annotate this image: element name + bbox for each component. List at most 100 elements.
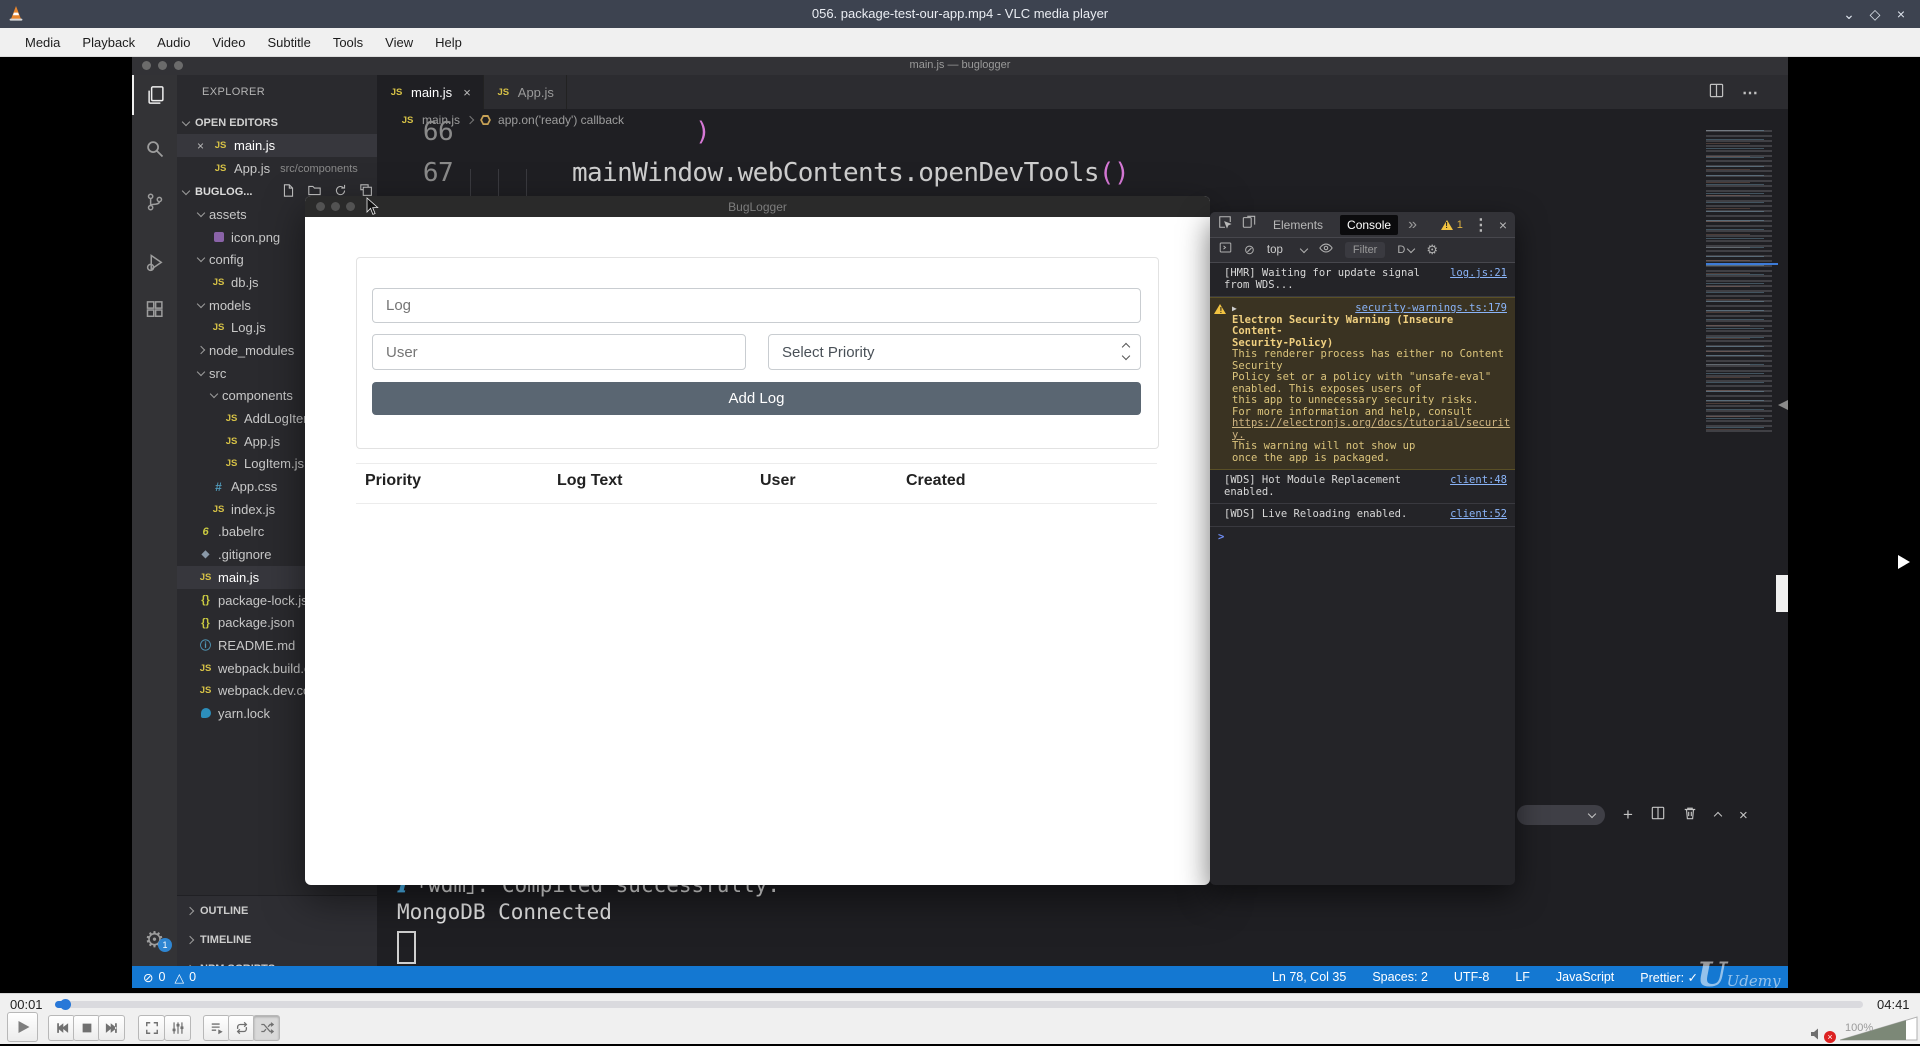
source-link[interactable]: client:52 [1450, 508, 1507, 521]
context-selector[interactable]: top [1267, 244, 1309, 256]
minimize-button[interactable]: ⌄ [1836, 4, 1862, 24]
console-sidebar-icon[interactable] [1219, 241, 1232, 259]
status-item-ln[interactable]: Ln 78, Col 35 [1272, 970, 1346, 985]
new-file-icon[interactable] [282, 184, 295, 200]
explorer-icon[interactable] [132, 75, 177, 115]
console-settings-icon[interactable]: ⚙ [1426, 242, 1438, 258]
close-panel-icon[interactable]: × [1739, 807, 1748, 824]
scrollbar-strip [1776, 575, 1788, 612]
editor-tab-main-js[interactable]: JS main.js × [377, 75, 484, 109]
sidebar-section-outline[interactable]: OUTLINE [177, 896, 377, 925]
add-log-button[interactable]: Add Log [372, 382, 1141, 415]
maximize-button[interactable]: ◇ [1862, 4, 1888, 24]
menu-playback[interactable]: Playback [71, 32, 146, 53]
open-editors-header[interactable]: OPEN EDITORS [177, 112, 383, 134]
json-file-icon: {} [201, 616, 210, 629]
seek-handle[interactable] [60, 999, 71, 1010]
video-area[interactable]: main.js — buglogger ⚙ 1 EXPLORER OPEN ED… [0, 57, 1920, 993]
maximize-panel-icon[interactable] [1713, 806, 1723, 824]
run-debug-icon[interactable] [132, 243, 177, 283]
priority-select[interactable]: Select Priority [768, 334, 1141, 370]
close-button[interactable]: × [1888, 4, 1914, 24]
clear-console-icon[interactable]: ⊘ [1244, 242, 1255, 258]
yarn-file-icon [198, 708, 213, 719]
close-devtools-icon[interactable]: × [1499, 217, 1507, 233]
menu-help[interactable]: Help [424, 32, 473, 53]
play-button[interactable] [7, 1012, 38, 1042]
menu-view[interactable]: View [374, 32, 424, 53]
console-filter-input[interactable]: Filter [1344, 242, 1386, 258]
source-control-icon[interactable] [132, 182, 177, 222]
expand-icon[interactable]: ▶ [1232, 304, 1237, 313]
extended-settings-button[interactable] [164, 1015, 191, 1041]
search-icon[interactable] [132, 129, 177, 169]
log-input[interactable] [372, 288, 1141, 323]
menu-subtitle[interactable]: Subtitle [256, 32, 321, 53]
column-header-user: User [760, 472, 796, 489]
terminal-select[interactable] [1517, 805, 1605, 825]
new-terminal-icon[interactable]: + [1623, 805, 1633, 825]
settings-gear-icon[interactable]: ⚙ 1 [132, 920, 177, 960]
status-item-spaces[interactable]: Spaces: 2 [1372, 970, 1428, 985]
close-icon[interactable]: × [197, 139, 207, 153]
split-terminal-icon[interactable] [1651, 806, 1665, 825]
split-editor-icon[interactable] [1709, 83, 1724, 103]
kebab-menu-icon[interactable]: ⋮ [1473, 215, 1489, 235]
source-link[interactable]: log.js:21 [1450, 267, 1507, 280]
console-toolbar: ⊘ top Filter D ⚙ [1210, 238, 1515, 263]
warning-icon [1214, 304, 1226, 318]
playlist-button[interactable] [203, 1015, 230, 1041]
extensions-icon[interactable] [132, 290, 177, 330]
tab-console[interactable]: Console [1340, 214, 1399, 235]
menu-audio[interactable]: Audio [146, 32, 201, 53]
console-prompt[interactable]: > [1210, 527, 1515, 549]
source-link[interactable]: client:48 [1450, 474, 1507, 487]
warnings-icon: △ [174, 970, 185, 985]
js-file-icon: JS [199, 662, 212, 674]
problems-status[interactable]: ⊘ 0 △ 0 [132, 970, 196, 985]
pointer-artifact [1898, 555, 1910, 569]
console-message: [WDS] Live Reloading enabled. client:52 [1210, 504, 1515, 527]
more-actions-icon[interactable]: ⋯ [1742, 83, 1760, 103]
log-levels-dropdown[interactable]: D [1397, 244, 1416, 256]
minimap[interactable] [1706, 130, 1778, 432]
seek-slider[interactable] [55, 1001, 1863, 1008]
code-text: ) [695, 117, 711, 147]
sidebar-section-timeline[interactable]: TIMELINE [177, 925, 377, 954]
status-item-javascript[interactable]: JavaScript [1556, 970, 1614, 985]
menu-video[interactable]: Video [201, 32, 256, 53]
open-editor-app-js[interactable]: JS App.js src/components [177, 157, 377, 180]
menu-media[interactable]: Media [14, 32, 71, 53]
terminal-line-mongodb: MongoDB Connected [397, 900, 612, 924]
js-file-icon: JS [225, 458, 238, 470]
image-file-icon [211, 232, 226, 243]
file-name: webpack.dev.co [218, 683, 311, 699]
vlc-menubar: Media Playback Audio Video Subtitle Tools View… [0, 28, 1920, 57]
next-button[interactable] [98, 1015, 125, 1041]
warning-link[interactable]: https://electronjs.org/docs/tutorial/sec… [1232, 417, 1510, 430]
user-input[interactable] [372, 334, 746, 370]
device-toolbar-icon[interactable] [1242, 215, 1256, 234]
shuffle-button[interactable] [253, 1015, 280, 1041]
stop-button[interactable] [73, 1015, 100, 1041]
close-tab-icon[interactable]: × [463, 85, 471, 100]
warning-count-badge[interactable]: 1 [1440, 219, 1463, 231]
status-item-prettier[interactable]: Prettier: ✓ [1640, 970, 1698, 985]
fullscreen-button[interactable] [138, 1015, 165, 1041]
editor-tabstrip: JS main.js × JS App.js [377, 75, 1788, 109]
inspect-element-icon[interactable] [1218, 215, 1232, 234]
tab-elements[interactable]: Elements [1266, 215, 1330, 235]
open-editor-main-js[interactable]: × JS main.js [177, 134, 377, 157]
kill-terminal-icon[interactable] [1683, 806, 1697, 825]
status-item-utf-8[interactable]: UTF-8 [1454, 970, 1489, 985]
source-link[interactable]: security-warnings.ts:179 [1355, 302, 1507, 315]
eye-icon[interactable] [1319, 241, 1333, 260]
loop-button[interactable] [228, 1015, 255, 1041]
previous-button[interactable] [48, 1015, 75, 1041]
status-item-lf[interactable]: LF [1515, 970, 1530, 985]
more-tabs-icon[interactable]: » [1408, 216, 1417, 234]
js-file-icon: JS [225, 435, 238, 447]
editor-tab-app-js[interactable]: JS App.js [483, 75, 567, 109]
json-file-icon: {} [201, 594, 210, 607]
menu-tools[interactable]: Tools [322, 32, 374, 53]
